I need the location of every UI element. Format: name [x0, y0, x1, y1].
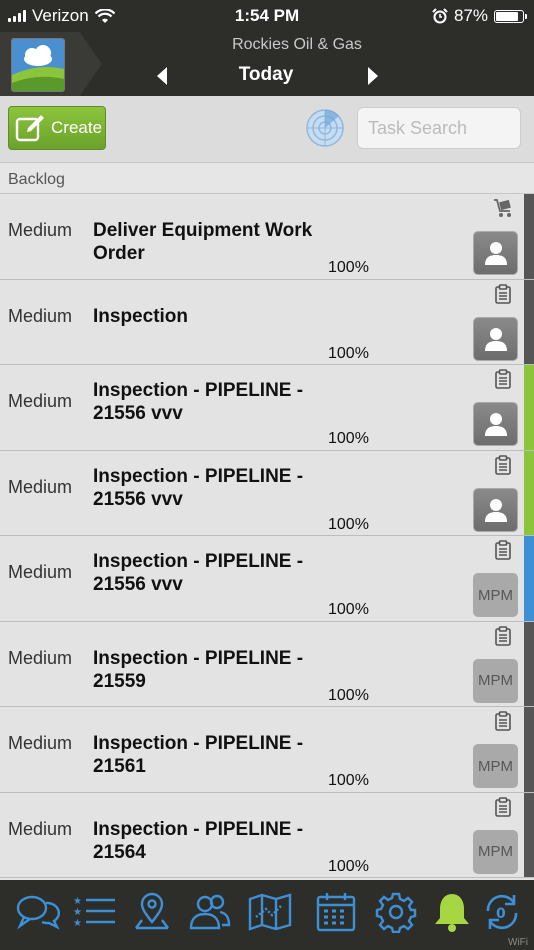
edit-icon	[15, 115, 44, 142]
assignee-avatar[interactable]	[473, 402, 518, 446]
task-priority: Medium	[8, 391, 73, 411]
page-title: Today	[238, 64, 294, 85]
task-progress: 100%	[328, 772, 369, 789]
task-title: Inspection - PIPELINE - 21559	[93, 647, 304, 692]
task-row[interactable]: Medium Inspection - PIPELINE - 21561 100% M…	[0, 707, 534, 793]
header: Rockies Oil & Gas Today	[0, 32, 534, 96]
task-title: Inspection - PIPELINE - 21561	[93, 733, 304, 777]
chevron-left-icon[interactable]	[157, 67, 167, 85]
clipboard-icon	[493, 369, 513, 389]
clipboard-icon	[493, 540, 513, 560]
status-stripe	[524, 707, 534, 792]
task-priority: Medium	[8, 562, 73, 582]
svg-text:0: 0	[496, 906, 506, 922]
assignee-avatar[interactable]	[473, 487, 518, 532]
svg-text:★: ★	[73, 907, 82, 918]
clipboard-icon	[493, 454, 513, 475]
map-pin-icon[interactable]	[128, 888, 176, 936]
cart-icon	[493, 198, 513, 218]
list-icon[interactable]: ★ ★ ★	[70, 888, 118, 936]
status-stripe	[524, 621, 534, 706]
task-progress: 100%	[328, 344, 369, 362]
connection-label: WiFi	[508, 937, 528, 948]
task-row[interactable]: Medium Deliver Equipment Work Order 100%	[0, 194, 534, 280]
status-stripe	[524, 194, 534, 279]
toolbar: Create	[0, 96, 534, 163]
task-priority: Medium	[8, 733, 73, 753]
status-stripe	[524, 792, 534, 877]
task-title: Deliver Equipment Work Order	[93, 220, 313, 264]
status-bar: Verizon 1:54 PM 87%	[0, 0, 534, 32]
task-title: Inspection	[93, 305, 189, 327]
calendar-icon[interactable]	[312, 888, 360, 936]
section-label: Backlog	[8, 171, 65, 188]
tab-bar: ★ ★ ★ 0 WiFi	[0, 880, 534, 950]
task-row[interactable]: Medium Inspection - PIPELINE - 21559 100% M…	[0, 621, 534, 707]
gear-icon[interactable]	[372, 888, 420, 936]
task-progress: 100%	[328, 686, 369, 704]
chat-icon[interactable]	[14, 888, 62, 936]
task-row[interactable]: Medium Inspection - PIPELINE - 21556 vvv 1…	[0, 365, 534, 451]
task-title: Inspection - PIPELINE - 21556 vvv	[93, 551, 304, 595]
assignee-avatar[interactable]	[473, 231, 518, 275]
svg-text:★: ★	[73, 918, 82, 929]
alarm-icon	[432, 8, 448, 24]
sync-icon[interactable]: 0	[478, 888, 526, 936]
assignee-badge[interactable]: MPM	[473, 658, 518, 703]
task-progress: 100%	[328, 259, 369, 276]
clipboard-icon	[493, 283, 513, 304]
status-stripe	[524, 536, 534, 621]
task-progress: 100%	[328, 515, 369, 533]
task-title: Inspection - PIPELINE - 21556 vvv	[93, 380, 304, 424]
task-progress: 100%	[328, 857, 369, 875]
battery-percent: 87%	[453, 6, 488, 25]
task-priority: Medium	[8, 818, 73, 839]
bell-icon[interactable]	[428, 888, 476, 936]
users-icon[interactable]	[186, 888, 234, 936]
clipboard-icon	[493, 711, 513, 731]
task-priority: Medium	[8, 305, 73, 326]
status-stripe	[524, 450, 534, 535]
task-row[interactable]: Medium Inspection - PIPELINE - 21556 vvv 1…	[0, 536, 534, 622]
task-title: Inspection - PIPELINE - 21564	[93, 818, 304, 863]
section-header: Backlog	[0, 163, 534, 194]
radar-icon[interactable]	[305, 108, 345, 148]
status-stripe	[524, 279, 534, 364]
chevron-right-icon[interactable]	[368, 67, 378, 85]
task-priority: Medium	[8, 647, 73, 668]
task-priority: Medium	[8, 476, 73, 497]
assignee-badge[interactable]: MPM	[473, 744, 518, 788]
task-search-input[interactable]	[357, 107, 521, 149]
svg-text:★: ★	[73, 896, 82, 907]
task-progress: 100%	[328, 601, 369, 618]
task-progress: 100%	[328, 430, 369, 447]
battery-icon	[494, 9, 527, 23]
task-title: Inspection - PIPELINE - 21556 vvv	[93, 465, 304, 510]
create-button[interactable]: Create	[8, 106, 106, 150]
create-label: Create	[51, 118, 103, 137]
task-priority: Medium	[8, 220, 73, 240]
task-list[interactable]: Medium Deliver Equipment Work Order 100% Me…	[0, 194, 534, 880]
task-row[interactable]: Medium Inspection 100%	[0, 279, 534, 365]
clipboard-icon	[493, 796, 513, 817]
company-name: Rockies Oil & Gas	[232, 36, 362, 53]
assignee-badge[interactable]: MPM	[473, 573, 518, 617]
clipboard-icon	[493, 625, 513, 646]
assignee-badge[interactable]: MPM	[473, 829, 518, 874]
map-icon[interactable]	[246, 888, 294, 936]
status-stripe	[524, 365, 534, 450]
task-row[interactable]: Medium Inspection - PIPELINE - 21556 vvv 1…	[0, 450, 534, 536]
task-row[interactable]: Medium Inspection - PIPELINE - 21564 100% M…	[0, 792, 534, 878]
assignee-avatar[interactable]	[473, 316, 518, 361]
